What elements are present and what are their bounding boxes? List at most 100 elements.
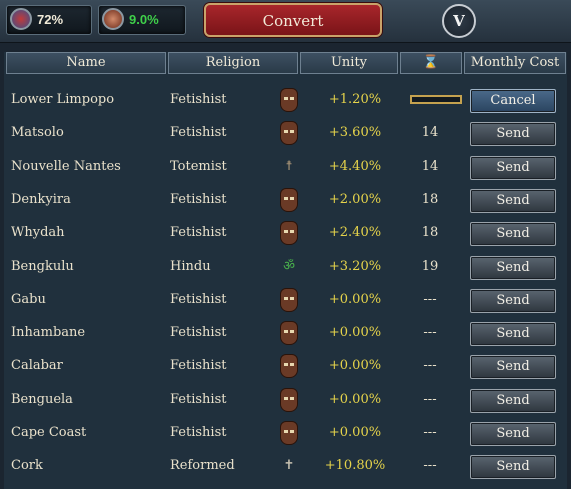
time-remaining: 14 — [421, 158, 439, 174]
religion-name: Fetishist — [170, 391, 227, 407]
time-remaining: 19 — [421, 258, 439, 274]
unity-value: +1.20% — [328, 92, 382, 107]
religion-name: Fetishist — [170, 191, 227, 207]
send-button[interactable]: Send — [470, 355, 556, 380]
table-row[interactable]: Nouvelle Nantes Totemist ☨ +4.40% 14 Send — [4, 151, 567, 184]
unity-value: +3.60% — [328, 125, 382, 141]
totem-icon: ☨ — [285, 158, 293, 174]
send-button[interactable]: Send — [470, 122, 556, 147]
province-name[interactable]: Inhambane — [11, 325, 85, 340]
top-bar: 72% 9.0% Convert V — [0, 0, 571, 43]
religion-name: Hindu — [170, 258, 211, 274]
stability-stat[interactable]: 72% — [6, 5, 92, 35]
table-row[interactable]: Gabu Fetishist +0.00% --- Send — [4, 284, 567, 317]
header-unity[interactable]: Unity — [300, 52, 398, 74]
header-time[interactable]: ⌛ — [400, 52, 462, 74]
table-row[interactable]: Denkyira Fetishist +2.00% 18 Send — [4, 184, 567, 217]
send-button[interactable]: Send — [470, 255, 556, 280]
fetishist-mask-icon — [280, 88, 298, 112]
conversion-table: Name Religion Unity ⌛ Monthly Cost Lower… — [4, 52, 567, 489]
fetishist-mask-icon — [280, 287, 298, 312]
table-row[interactable]: Calabar Fetishist +0.00% --- Send — [4, 350, 567, 383]
unity-value: +2.40% — [328, 225, 382, 241]
page-title: Convert — [262, 12, 324, 30]
fetishist-mask-icon — [280, 354, 298, 379]
close-badge[interactable]: V — [442, 4, 476, 38]
religion-name: Reformed — [170, 458, 235, 474]
v-badge-label: V — [453, 12, 465, 30]
time-remaining: --- — [423, 291, 437, 307]
province-name[interactable]: Matsolo — [11, 125, 64, 140]
unity-value: +10.80% — [324, 458, 386, 474]
unity-value: +4.40% — [328, 158, 382, 174]
religion-name: Fetishist — [170, 291, 227, 307]
religion-name: Fetishist — [170, 92, 227, 107]
table-row[interactable]: Whydah Fetishist +2.40% 18 Send — [4, 217, 567, 250]
missionary-stat[interactable]: 9.0% — [98, 5, 186, 35]
header-monthly-cost[interactable]: Monthly Cost — [464, 52, 566, 74]
missionary-portrait-icon — [102, 8, 124, 30]
send-button[interactable]: Send — [470, 188, 556, 213]
send-button[interactable]: Send — [470, 422, 556, 446]
time-remaining: 18 — [421, 225, 439, 241]
table-row[interactable]: Lower Limpopo Fetishist +1.20% Cancel — [4, 84, 567, 117]
cancel-button[interactable]: Cancel — [470, 89, 556, 113]
conversion-progress-bar — [410, 95, 462, 104]
send-button[interactable]: Send — [470, 455, 556, 480]
province-name[interactable]: Benguela — [11, 392, 73, 407]
religion-name: Fetishist — [170, 225, 227, 241]
cross-icon: ✝ — [283, 458, 295, 474]
unity-value: +0.00% — [328, 391, 382, 407]
time-remaining: 14 — [421, 125, 439, 141]
table-row[interactable]: Inhambane Fetishist +0.00% --- Send — [4, 317, 567, 350]
fetishist-mask-icon — [280, 387, 298, 412]
stability-icon — [10, 8, 32, 30]
table-row[interactable]: Bengkulu Hindu ॐ +3.20% 19 Send — [4, 251, 567, 284]
province-name[interactable]: Calabar — [11, 358, 63, 373]
fetishist-mask-icon — [280, 421, 298, 445]
time-remaining: --- — [423, 458, 437, 474]
unity-value: +0.00% — [328, 358, 382, 374]
religion-name: Fetishist — [170, 425, 227, 440]
unity-value: +0.00% — [328, 325, 382, 341]
table-row[interactable]: Cork Reformed ✝ +10.80% --- Send — [4, 450, 567, 483]
province-name[interactable]: Cape Coast — [11, 425, 86, 440]
send-button[interactable]: Send — [470, 155, 556, 180]
header-name[interactable]: Name — [6, 52, 166, 74]
time-remaining: --- — [423, 325, 437, 341]
send-button[interactable]: Send — [470, 388, 556, 413]
unity-value: +3.20% — [328, 258, 382, 274]
religion-name: Totemist — [170, 158, 227, 174]
stability-value: 72% — [37, 12, 64, 27]
fetishist-mask-icon — [280, 187, 298, 212]
hourglass-icon: ⌛ — [422, 55, 440, 70]
unity-value: +2.00% — [328, 191, 382, 207]
fetishist-mask-icon — [280, 321, 298, 346]
unity-value: +0.00% — [328, 291, 382, 307]
send-button[interactable]: Send — [470, 288, 556, 313]
religion-name: Fetishist — [170, 358, 227, 374]
province-name[interactable]: Denkyira — [11, 192, 71, 207]
time-remaining: 18 — [421, 191, 439, 207]
unity-value: +0.00% — [328, 425, 382, 440]
table-row[interactable]: Matsolo Fetishist +3.60% 14 Send — [4, 117, 567, 150]
table-row[interactable]: Benguela Fetishist +0.00% --- Send — [4, 384, 567, 417]
religion-name: Fetishist — [170, 125, 227, 141]
missionary-value: 9.0% — [129, 12, 159, 27]
religion-name: Fetishist — [170, 325, 227, 341]
header-religion[interactable]: Religion — [168, 52, 298, 74]
table-row[interactable]: Cape Coast Fetishist +0.00% --- Send — [4, 417, 567, 450]
province-name[interactable]: Whydah — [11, 225, 65, 240]
province-name[interactable]: Gabu — [11, 292, 46, 307]
fetishist-mask-icon — [280, 121, 298, 146]
province-name[interactable]: Nouvelle Nantes — [11, 159, 121, 174]
send-button[interactable]: Send — [470, 222, 556, 247]
time-remaining: --- — [423, 358, 437, 374]
title-banner: Convert — [204, 3, 382, 37]
send-button[interactable]: Send — [470, 322, 556, 347]
time-remaining: --- — [423, 425, 437, 440]
province-name[interactable]: Cork — [11, 458, 43, 473]
om-icon: ॐ — [283, 258, 295, 274]
province-name[interactable]: Lower Limpopo — [11, 92, 114, 107]
province-name[interactable]: Bengkulu — [11, 259, 74, 274]
